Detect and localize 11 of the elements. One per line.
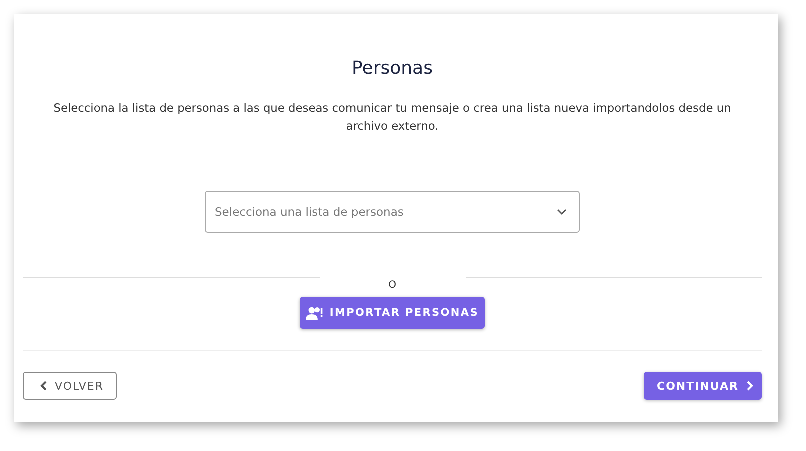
import-button[interactable]: IMPORTAR PERSONAS xyxy=(300,297,485,329)
separator-text: O xyxy=(388,278,398,290)
continue-button[interactable]: CONTINUAR xyxy=(644,372,762,400)
page-title: Personas xyxy=(351,57,434,79)
chevron-left-icon xyxy=(40,381,48,391)
description-text: Selecciona la lista de personas a las que deseas comunicar tu mensaje o crea una lista nueva importandolos desde un archivo externo. xyxy=(52,100,732,135)
chevron-right-icon xyxy=(746,381,754,391)
back-button[interactable]: VOLVER xyxy=(23,372,117,400)
users-icon xyxy=(306,306,324,320)
caret-icon xyxy=(557,209,567,215)
list-select[interactable]: Selecciona una lista de personas xyxy=(205,191,580,233)
